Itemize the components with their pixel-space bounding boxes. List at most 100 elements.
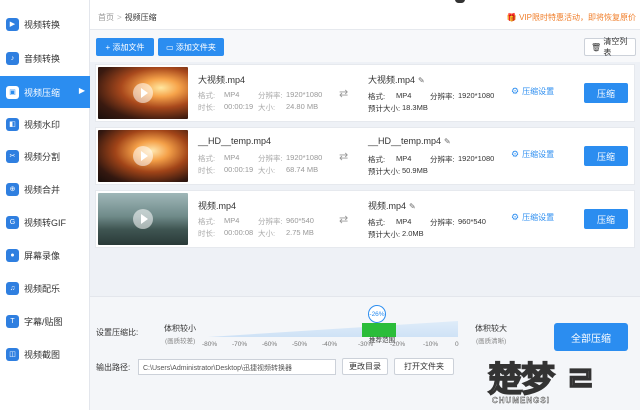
video-thumbnail[interactable] bbox=[98, 67, 188, 119]
watermark-logo: 楚梦 ㄹ CHUMENGSI bbox=[487, 352, 638, 408]
sidebar-item-audio-convert[interactable]: ♪ 音频转换 bbox=[0, 42, 90, 74]
shuffle-icon: ⇄ bbox=[339, 214, 349, 226]
compress-settings-link[interactable]: ⚙ 压缩设置 bbox=[511, 86, 554, 97]
resolution-value: 960*540 bbox=[286, 216, 314, 225]
sidebar: ▶ 视频转换 ♪ 音频转换 ▣ 视频压缩 ▶ ◧ 视频水印 ✂ 视频分割 ⊕ 视频合并 G 视频… bbox=[0, 0, 90, 410]
audio-convert-icon: ♪ bbox=[6, 51, 19, 65]
split-icon: ✂ bbox=[6, 149, 19, 163]
duration-value: 00:00:08 bbox=[224, 228, 254, 237]
output-format-label: 格式: bbox=[368, 218, 386, 227]
format-label: 格式: bbox=[198, 91, 216, 100]
format-value: MP4 bbox=[224, 153, 240, 162]
sidebar-item-watermark[interactable]: ◧ 视频水印 bbox=[0, 108, 90, 140]
size-value: 68.74 MB bbox=[286, 165, 319, 174]
toolbar: + 添加文件 ▭ 添加文件夹 🗑 清空列表 bbox=[90, 30, 640, 62]
output-resolution-label: 分辨率: bbox=[430, 218, 455, 227]
sidebar-item-label: 视频转GIF bbox=[24, 217, 66, 228]
sidebar-item-screen-record[interactable]: ● 屏幕录像 bbox=[0, 239, 90, 271]
format-label: 格式: bbox=[198, 217, 216, 226]
resolution-label: 分辨率: bbox=[258, 154, 283, 163]
sidebar-item-gif[interactable]: G 视频转GIF bbox=[0, 206, 90, 238]
size-value: 24.80 MB bbox=[286, 102, 319, 111]
add-folder-button[interactable]: ▭ 添加文件夹 bbox=[158, 38, 224, 56]
slider-tick: -80% bbox=[202, 341, 218, 348]
compression-slider-track[interactable] bbox=[208, 321, 458, 337]
sidebar-item-video-convert[interactable]: ▶ 视频转换 bbox=[0, 8, 90, 40]
larger-size-label: 体积较大 bbox=[475, 324, 507, 333]
format-value: MP4 bbox=[224, 216, 240, 225]
output-path-label: 输出路径: bbox=[96, 363, 131, 372]
shuffle-icon: ⇄ bbox=[339, 88, 349, 100]
compress-button[interactable]: 压缩 bbox=[584, 209, 628, 229]
open-folder-button[interactable]: 打开文件夹 bbox=[394, 358, 454, 375]
compress-all-button[interactable]: 全部压缩 bbox=[554, 323, 628, 351]
breadcrumb-current: 视频压缩 bbox=[124, 13, 157, 22]
video-thumbnail[interactable] bbox=[98, 193, 188, 245]
output-name-text: 大视频.mp4 bbox=[368, 75, 416, 85]
sidebar-item-music[interactable]: ♫ 视频配乐 bbox=[0, 272, 90, 304]
breadcrumb: 首页 > 视频压缩 bbox=[98, 12, 157, 23]
duration-label: 时长: bbox=[198, 103, 216, 112]
play-icon[interactable] bbox=[133, 83, 153, 103]
trash-icon: 🗑 bbox=[591, 42, 604, 52]
video-thumbnail[interactable] bbox=[98, 130, 188, 182]
sidebar-item-label: 视频转换 bbox=[24, 19, 61, 30]
pencil-icon[interactable]: ✎ bbox=[444, 137, 451, 146]
duration-label: 时长: bbox=[198, 166, 216, 175]
output-format-value: MP4 bbox=[396, 217, 412, 226]
sidebar-item-screenshot[interactable]: ◫ 视频截图 bbox=[0, 338, 90, 370]
slider-tick: -10% bbox=[423, 341, 439, 348]
play-icon[interactable] bbox=[133, 209, 153, 229]
sidebar-item-label: 视频合并 bbox=[24, 184, 61, 195]
compress-settings-label: 压缩设置 bbox=[522, 150, 555, 159]
sidebar-item-label: 字幕/贴图 bbox=[24, 316, 63, 327]
pencil-icon[interactable]: ✎ bbox=[409, 202, 416, 211]
compress-button[interactable]: 压缩 bbox=[584, 146, 628, 166]
duration-value: 00:00:19 bbox=[224, 165, 254, 174]
chevron-right-icon: ▶ bbox=[78, 86, 85, 95]
smaller-size-note: (画质较差) bbox=[165, 338, 196, 345]
sidebar-item-label: 视频压缩 bbox=[24, 87, 61, 98]
sidebar-item-merge[interactable]: ⊕ 视频合并 bbox=[0, 173, 90, 205]
pencil-icon[interactable]: ✎ bbox=[418, 76, 425, 85]
compress-settings-link[interactable]: ⚙ 压缩设置 bbox=[511, 149, 554, 160]
compress-button[interactable]: 压缩 bbox=[584, 83, 628, 103]
output-path-field[interactable]: C:\Users\Administrator\Desktop\迅捷视频转换器 bbox=[138, 359, 336, 375]
compress-settings-link[interactable]: ⚙ 压缩设置 bbox=[511, 212, 554, 223]
change-directory-button[interactable]: 更改目录 bbox=[342, 358, 388, 375]
estimated-size-label: 预计大小: bbox=[368, 230, 401, 239]
larger-size-note: (画质清晰) bbox=[476, 338, 507, 345]
size-label: 大小: bbox=[258, 103, 276, 112]
sidebar-item-label: 视频配乐 bbox=[24, 283, 61, 294]
add-file-button[interactable]: + 添加文件 bbox=[96, 38, 154, 56]
file-row: __HD__temp.mp4 格式: MP4 分辨率: 1920*1080 时长… bbox=[95, 127, 635, 185]
estimated-size-value: 2.0MB bbox=[402, 229, 424, 238]
compress-settings-label: 压缩设置 bbox=[522, 87, 555, 96]
promo-link[interactable]: 🎁 VIP限时特惠活动，即将恢复原价 bbox=[507, 12, 636, 23]
clear-list-button[interactable]: 🗑 清空列表 bbox=[584, 37, 636, 57]
gear-icon: ⚙ bbox=[511, 86, 520, 96]
breadcrumb-home[interactable]: 首页 bbox=[98, 13, 114, 22]
top-bar: 首页 > 视频压缩 🎁 VIP限时特惠活动，即将恢复原价 bbox=[90, 0, 640, 30]
output-name: __HD__temp.mp4 ✎ bbox=[368, 136, 451, 146]
resolution-label: 分辨率: bbox=[258, 91, 283, 100]
play-icon[interactable] bbox=[133, 146, 153, 166]
sidebar-item-label: 音频转换 bbox=[24, 53, 61, 64]
output-resolution-value: 1920*1080 bbox=[458, 154, 495, 163]
resolution-value: 1920*1080 bbox=[286, 90, 323, 99]
sidebar-item-video-compress[interactable]: ▣ 视频压缩 ▶ bbox=[0, 76, 90, 108]
estimated-size-label: 预计大小: bbox=[368, 167, 401, 176]
output-resolution-value: 1920*1080 bbox=[458, 91, 495, 100]
gear-icon: ⚙ bbox=[511, 212, 520, 222]
resolution-value: 1920*1080 bbox=[286, 153, 323, 162]
output-name: 视频.mp4 ✎ bbox=[368, 199, 416, 212]
size-label: 大小: bbox=[258, 166, 276, 175]
resolution-label: 分辨率: bbox=[258, 217, 283, 226]
duration-value: 00:00:19 bbox=[224, 102, 254, 111]
slider-tick: -30% bbox=[358, 341, 374, 348]
sidebar-item-split[interactable]: ✂ 视频分割 bbox=[0, 140, 90, 172]
compression-slider-knob[interactable]: -26% bbox=[368, 305, 386, 323]
format-label: 格式: bbox=[198, 154, 216, 163]
compress-settings-label: 压缩设置 bbox=[522, 213, 555, 222]
sidebar-item-subtitle[interactable]: T 字幕/贴图 bbox=[0, 305, 90, 337]
